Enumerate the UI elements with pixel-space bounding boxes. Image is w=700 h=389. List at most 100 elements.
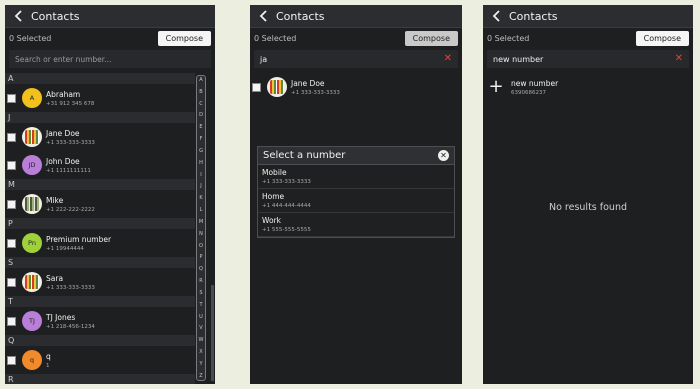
option-number: +1 333-333-3333 <box>262 179 311 185</box>
contact-phone: +1 333-333-3333 <box>46 284 95 291</box>
section-header: Q <box>5 335 195 346</box>
contact-name: Jane Doe <box>291 78 325 88</box>
list-item[interactable]: Mike +1 222-222-2222 <box>5 190 195 218</box>
alphabet-letter[interactable]: I <box>200 172 201 178</box>
alphabet-letter[interactable]: U <box>199 314 203 320</box>
selected-count: 0 Selected <box>9 33 52 43</box>
alphabet-letter[interactable]: M <box>199 219 203 225</box>
alphabet-letter[interactable]: W <box>199 337 204 343</box>
list-item[interactable]: qq1 <box>5 346 195 374</box>
alphabet-letter[interactable]: D <box>199 112 203 118</box>
select-checkbox[interactable] <box>7 160 16 170</box>
back-arrow-icon[interactable] <box>11 9 25 23</box>
contact-phone: 1 <box>46 362 50 369</box>
alphabet-letter[interactable]: R <box>199 278 202 284</box>
section-header: M <box>5 179 195 190</box>
number-option[interactable]: Work +1 555-555-5555 <box>258 213 454 237</box>
alphabet-letter[interactable]: G <box>199 148 203 154</box>
back-arrow-icon[interactable] <box>256 9 270 23</box>
search-input[interactable]: Search or enter number... <box>9 50 211 68</box>
section-header: A <box>5 73 195 84</box>
alphabet-letter[interactable]: N <box>199 231 203 237</box>
alphabet-letter[interactable]: X <box>199 349 202 355</box>
contact-list: A A Abraham +31 912 345 678 J Jane Doe +1 333-… <box>5 73 195 384</box>
contact-phone: +1 222-222-2222 <box>46 206 95 213</box>
list-item[interactable]: Jane Doe +1 333-333-3333 <box>5 123 195 151</box>
section-header: S <box>5 257 195 268</box>
title-bar: Contacts <box>483 5 693 28</box>
avatar: q <box>22 350 42 370</box>
scrollbar[interactable] <box>211 285 214 381</box>
title-bar: Contacts <box>250 5 462 28</box>
option-label: Home <box>262 192 285 201</box>
alphabet-letter[interactable]: O <box>199 243 203 249</box>
compose-button[interactable]: Compose <box>404 30 458 46</box>
list-item[interactable]: JD John Doe +1 1111111111 <box>5 151 195 179</box>
page-title: Contacts <box>509 9 558 23</box>
clear-icon[interactable]: ✕ <box>675 54 683 64</box>
avatar <box>22 272 42 292</box>
alphabet-letter[interactable]: Y <box>199 361 202 367</box>
list-item[interactable]: Jane Doe +1 333-333-3333 <box>250 73 462 101</box>
select-checkbox[interactable] <box>7 355 16 365</box>
select-checkbox[interactable] <box>7 93 16 103</box>
contacts-list-screen: Contacts 0 Selected Compose Search or en… <box>5 5 215 384</box>
new-number-label: new number <box>511 78 559 88</box>
section-header: R <box>5 374 195 384</box>
title-bar: Contacts <box>5 5 215 28</box>
alphabet-letter[interactable]: P <box>199 254 202 260</box>
compose-button[interactable]: Compose <box>157 30 211 46</box>
alphabet-letter[interactable]: H <box>199 160 203 166</box>
alphabet-letter[interactable]: K <box>199 195 202 201</box>
alphabet-letter[interactable]: E <box>199 124 202 130</box>
alphabet-index[interactable]: ABCDEFGHIJKLMNOPQRSTUVWXYZ <box>196 75 206 381</box>
selection-bar: 0 Selected Compose <box>483 28 693 48</box>
alphabet-letter[interactable]: Z <box>199 373 202 379</box>
alphabet-letter[interactable]: S <box>199 290 202 296</box>
alphabet-letter[interactable]: F <box>200 136 203 142</box>
alphabet-letter[interactable]: J <box>200 183 201 189</box>
select-checkbox[interactable] <box>7 277 16 287</box>
alphabet-letter[interactable]: B <box>199 89 202 95</box>
list-item[interactable]: TJ TJ Jones +1 218-456-1234 <box>5 307 195 335</box>
avatar <box>267 77 287 97</box>
number-option[interactable]: Mobile +1 333-333-3333 <box>258 165 454 189</box>
number-option[interactable]: Home +1 444-444-4444 <box>258 189 454 213</box>
section-header: P <box>5 218 195 229</box>
contact-name: Jane Doe <box>46 128 80 138</box>
avatar: TJ <box>22 311 42 331</box>
alphabet-letter[interactable]: C <box>199 101 203 107</box>
search-input[interactable]: ja ✕ <box>254 50 458 68</box>
clear-icon[interactable]: ✕ <box>444 54 452 64</box>
contact-info: Abraham +31 912 345 678 <box>46 90 94 107</box>
alphabet-letter[interactable]: Q <box>199 266 203 272</box>
select-checkbox[interactable] <box>7 199 16 209</box>
select-checkbox[interactable] <box>7 316 16 326</box>
selection-bar: 0 Selected Compose <box>250 28 462 48</box>
dialog-title: Select a number <box>263 150 346 161</box>
avatar <box>22 127 42 147</box>
alphabet-letter[interactable]: L <box>200 207 203 213</box>
contact-name: Abraham <box>46 89 81 99</box>
alphabet-letter[interactable]: A <box>199 77 202 83</box>
list-item[interactable]: Pn Premium number +1 19944444 <box>5 229 195 257</box>
page-title: Contacts <box>31 9 80 23</box>
select-checkbox[interactable] <box>7 238 16 248</box>
search-value: new number <box>493 54 544 64</box>
alphabet-letter[interactable]: T <box>199 302 202 308</box>
select-number-screen: Contacts 0 Selected Compose ja ✕ Jane Do… <box>250 5 462 384</box>
compose-button[interactable]: Compose <box>635 30 689 46</box>
no-results-text: No results found <box>548 202 627 213</box>
search-input[interactable]: new number ✕ <box>487 50 689 68</box>
new-number-item[interactable]: + new number 6390686237 <box>487 78 558 96</box>
contact-info: John Doe +1 1111111111 <box>46 157 91 174</box>
contact-name: Premium number <box>46 234 112 244</box>
close-icon[interactable]: ✕ <box>438 150 449 161</box>
plus-icon: + <box>488 76 504 97</box>
alphabet-letter[interactable]: V <box>199 325 202 331</box>
back-arrow-icon[interactable] <box>489 9 503 23</box>
select-checkbox[interactable] <box>7 132 16 142</box>
list-item[interactable]: Sara +1 333-333-3333 <box>5 268 195 296</box>
select-checkbox[interactable] <box>252 82 261 92</box>
list-item[interactable]: A Abraham +31 912 345 678 <box>5 84 195 112</box>
